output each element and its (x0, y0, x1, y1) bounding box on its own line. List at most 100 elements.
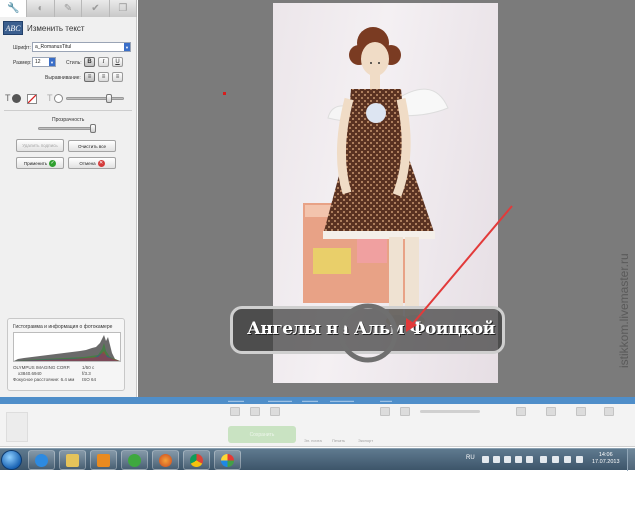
people-icon[interactable] (516, 407, 526, 416)
camera-icon[interactable] (380, 407, 390, 416)
bold-button[interactable]: B (84, 57, 95, 67)
align-right-icon: ≡ (115, 74, 120, 80)
folder-icon (66, 453, 79, 467)
clear-all-button[interactable]: Очистить все (68, 140, 116, 152)
taskbar-chrome[interactable] (183, 450, 210, 470)
taskbar-firefox[interactable] (152, 450, 179, 470)
close-circle-icon: ✕ (97, 159, 105, 167)
fill-color-swatch[interactable] (54, 94, 63, 103)
underline-button[interactable]: U (112, 57, 123, 67)
align-left-button[interactable]: ≡ (84, 72, 95, 82)
panel-title: Изменить текст (27, 23, 85, 33)
font-select-value: a_RomanusTitul (35, 44, 72, 50)
place-icon[interactable] (546, 407, 556, 416)
flag-icon[interactable] (552, 456, 559, 463)
tray-icon[interactable] (493, 456, 500, 463)
print-action[interactable]: Печать (332, 438, 345, 443)
clock[interactable]: 14:06 17.07.2013 (592, 452, 620, 466)
size-slider-knob[interactable] (106, 94, 112, 103)
status-strip: ▬▬▬▬ ▬▬▬▬▬▬ ▬▬▬▬ ▬▬▬▬▬▬ ▬▬▬ (0, 397, 635, 404)
font-select[interactable]: a_RomanusTitul ▼ (32, 42, 131, 52)
caption-text[interactable]: Ангелы на Альм Фоицкой (247, 319, 495, 339)
opacity-slider-track[interactable] (38, 127, 96, 130)
check-icon: ✔ (91, 3, 100, 14)
size-select[interactable]: 12 ▼ (32, 57, 56, 67)
text-color-swatch[interactable] (12, 94, 21, 103)
outline-color-button[interactable] (27, 94, 37, 104)
tray-icon[interactable] (504, 456, 511, 463)
apply-button[interactable]: Применить ✓ (16, 157, 64, 169)
text-color-icon: T (5, 93, 11, 103)
panel-header: ABC Изменить текст (3, 21, 85, 35)
histogram-title: Гистограмма и информация о фотокамере (13, 324, 113, 330)
taskbar-explorer[interactable] (59, 450, 86, 470)
size-slider-track[interactable] (66, 97, 124, 100)
export-action[interactable]: Экспорт (358, 438, 373, 443)
style-label: Стиль: (66, 60, 82, 66)
taskbar-media-player[interactable] (90, 450, 117, 470)
clock-time: 14:06 (598, 452, 613, 458)
align-center-button[interactable]: ≡ (98, 72, 109, 82)
watermark: istikkom.livemaster.ru (617, 253, 631, 368)
tray-icon[interactable] (482, 456, 489, 463)
save-button[interactable]: Сохранить (228, 426, 296, 443)
cancel-button[interactable]: Отмена ✕ (68, 157, 116, 169)
wrench-icon: 🔧 (6, 3, 20, 14)
internet-explorer-icon (35, 453, 48, 467)
italic-button[interactable]: I (98, 57, 109, 67)
system-tray: RU 14:06 17.07.2013 (460, 449, 635, 471)
mail-icon (128, 453, 141, 467)
rotate-right-icon[interactable] (250, 407, 260, 416)
network-icon[interactable] (540, 456, 547, 463)
opacity-slider-knob[interactable] (90, 124, 96, 133)
circle-half-icon: ◐ (37, 3, 44, 14)
tab-basic-fixes[interactable]: 🔧 (0, 0, 28, 17)
divider (4, 110, 132, 111)
tab-effects-3[interactable]: ❐ (110, 0, 138, 17)
check-circle-icon: ✓ (49, 159, 57, 167)
zoom-slider[interactable] (420, 410, 480, 413)
tray-thumbnail[interactable] (6, 412, 28, 442)
tag-icon[interactable] (576, 407, 586, 416)
windows-taskbar: RU 14:06 17.07.2013 (0, 448, 635, 471)
align-center-icon: ≡ (101, 74, 106, 80)
cursor-dot (223, 92, 226, 95)
taskbar-picasa[interactable] (214, 450, 241, 470)
align-left-icon: ≡ (87, 74, 92, 80)
remove-caption-button[interactable]: Удалить подпись (16, 139, 64, 152)
text-tool-icon: ABC (3, 21, 23, 35)
app-root: 🔧 ◐ ✎ ✔ ❐ ABC Изменить текст Шрифт: a_Ro… (0, 0, 635, 508)
shutter-speed: 1/50 с (82, 365, 95, 370)
volume-icon[interactable] (564, 456, 571, 463)
align-right-button[interactable]: ≡ (112, 72, 123, 82)
show-desktop-button[interactable] (627, 449, 635, 471)
chrome-icon (190, 453, 203, 467)
email-action[interactable]: Эл. почта (304, 438, 322, 443)
font-label: Шрифт: (13, 45, 31, 51)
language-indicator[interactable]: RU (466, 455, 475, 461)
tab-effects-2[interactable]: ✔ (82, 0, 110, 17)
taskbar-internet-explorer[interactable] (28, 450, 55, 470)
battery-icon[interactable] (576, 456, 583, 463)
iso: ISO 64 (82, 377, 97, 382)
undo-icon[interactable] (270, 407, 280, 416)
tray-icon[interactable] (515, 456, 522, 463)
tool-tabs: 🔧 ◐ ✎ ✔ ❐ (0, 0, 138, 17)
camera-model: OLYMPUS IMAGING CORP. (13, 365, 71, 370)
tab-effects[interactable]: ✎ (55, 0, 83, 17)
taskbar-mail[interactable] (121, 450, 148, 470)
tab-tuning[interactable]: ◐ (27, 0, 55, 17)
info-icon[interactable] (604, 407, 614, 416)
cancel-label: Отмена (79, 160, 96, 166)
rotate-left-icon[interactable] (230, 407, 240, 416)
caption-overlay[interactable]: Ангелы на Альм Фоицкой (230, 306, 505, 354)
opacity-label: Прозрачность (52, 117, 85, 123)
align-label: Выравнивание: (45, 75, 81, 81)
tray-icon[interactable] (526, 456, 533, 463)
clock-date: 17.07.2013 (592, 459, 620, 465)
photo-canvas: Ангелы на Альм Фоицкой (138, 0, 635, 397)
share-icon[interactable] (400, 407, 410, 416)
picasa-icon (221, 453, 234, 467)
focal-length: Фокусное расстояние: 6.4 мм (13, 377, 75, 382)
start-button[interactable] (1, 450, 22, 470)
